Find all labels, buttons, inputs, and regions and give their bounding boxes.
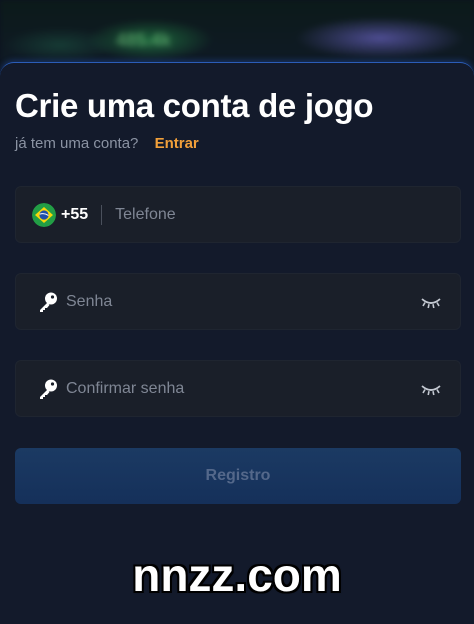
page-title: Crie uma conta de jogo [15,87,374,124]
brazil-flag-icon [32,202,56,227]
register-sheet: Crie uma conta de jogo já tem uma conta?… [0,62,474,624]
phone-field[interactable]: +55 [15,186,461,243]
watermark-text: nnzz.com [132,549,342,601]
eye-closed-icon[interactable] [420,382,442,396]
password-input[interactable] [66,292,420,311]
has-account-text: já tem uma conta? [15,135,139,152]
login-link[interactable]: Entrar [155,135,199,152]
register-button[interactable]: Registro [15,448,461,504]
field-divider [101,204,103,225]
confirm-password-field[interactable] [15,360,461,417]
phone-input[interactable] [115,205,460,224]
eye-closed-icon[interactable] [420,295,442,309]
login-prompt: já tem uma conta? Entrar [15,135,199,152]
password-field[interactable] [15,273,461,330]
key-icon [40,379,57,399]
country-code[interactable]: +55 [61,206,88,224]
confirm-password-input[interactable] [66,379,420,398]
key-icon [40,292,57,312]
background-blur-text: 485.4k [116,30,172,50]
